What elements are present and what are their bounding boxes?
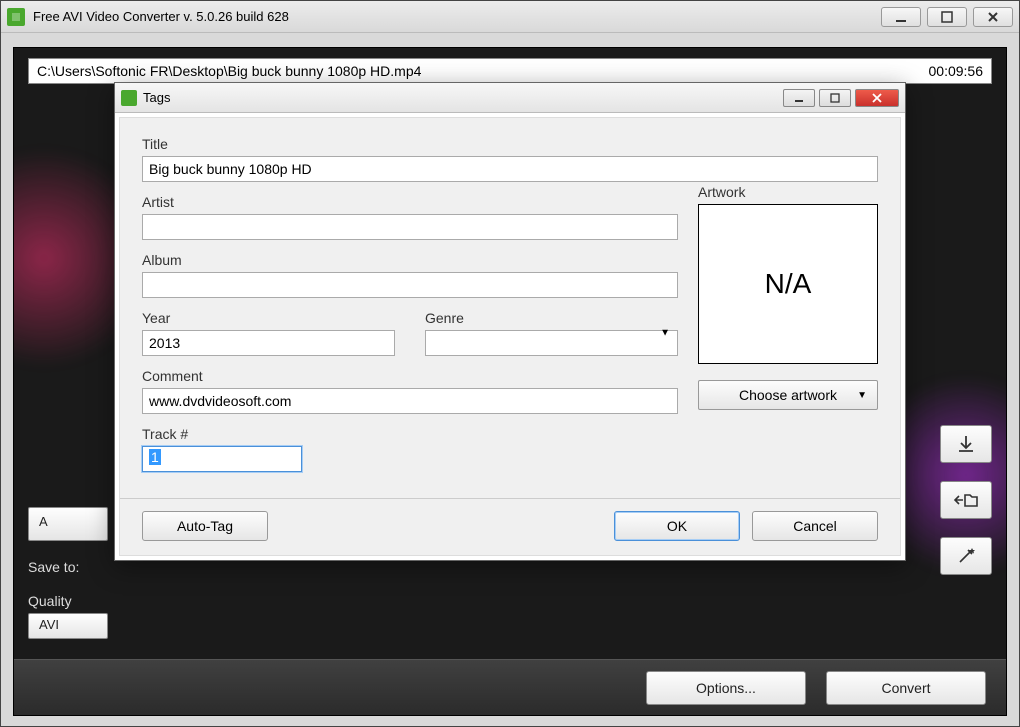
album-label: Album xyxy=(142,252,678,268)
dialog-title: Tags xyxy=(143,90,170,105)
genre-label: Genre xyxy=(425,310,678,326)
artist-label: Artist xyxy=(142,194,678,210)
year-input[interactable] xyxy=(142,330,395,356)
title-label: Title xyxy=(142,136,678,152)
dialog-actions: Auto-Tag OK Cancel xyxy=(142,511,878,541)
left-panel: A Save to: Quality AVI xyxy=(28,507,108,639)
dialog-close-button[interactable] xyxy=(855,89,899,107)
album-input[interactable] xyxy=(142,272,678,298)
artwork-placeholder: N/A xyxy=(765,268,812,300)
file-path: C:\Users\Softonic FR\Desktop\Big buck bu… xyxy=(37,63,421,79)
window-controls xyxy=(875,7,1013,27)
minimize-button[interactable] xyxy=(881,7,921,27)
dialog-maximize-button[interactable] xyxy=(819,89,851,107)
genre-dropdown[interactable] xyxy=(425,330,678,356)
comment-label: Comment xyxy=(142,368,678,384)
browse-folder-button[interactable] xyxy=(940,481,992,519)
format-dropdown[interactable]: AVI xyxy=(28,613,108,639)
dialog-body: Title Artist Album Year xyxy=(119,117,901,556)
year-label: Year xyxy=(142,310,395,326)
dialog-minimize-button[interactable] xyxy=(783,89,815,107)
dialog-icon xyxy=(121,90,137,106)
choose-artwork-button[interactable]: Choose artwork ▼ xyxy=(698,380,878,410)
quality-label: Quality xyxy=(28,593,72,609)
app-icon xyxy=(7,8,25,26)
tags-dialog: Tags Title Artist Album xyxy=(114,82,906,561)
right-toolbar xyxy=(940,425,992,575)
artwork-label: Artwork xyxy=(698,184,878,200)
convert-button[interactable]: Convert xyxy=(826,671,986,705)
add-button[interactable]: A xyxy=(28,507,108,541)
auto-tag-button[interactable]: Auto-Tag xyxy=(142,511,268,541)
maximize-button[interactable] xyxy=(927,7,967,27)
cancel-button[interactable]: Cancel xyxy=(752,511,878,541)
ok-button[interactable]: OK xyxy=(614,511,740,541)
artist-input[interactable] xyxy=(142,214,678,240)
track-input[interactable]: 1 xyxy=(142,446,302,472)
chevron-down-icon: ▼ xyxy=(857,390,867,401)
dialog-titlebar[interactable]: Tags xyxy=(115,83,905,113)
wand-button[interactable] xyxy=(940,537,992,575)
comment-input[interactable] xyxy=(142,388,678,414)
save-to-label: Save to: xyxy=(28,559,79,575)
file-info-bar: C:\Users\Softonic FR\Desktop\Big buck bu… xyxy=(28,58,992,84)
track-label: Track # xyxy=(142,426,678,442)
bottom-bar: Options... Convert xyxy=(14,659,1006,715)
artwork-preview: N/A xyxy=(698,204,878,364)
options-button[interactable]: Options... xyxy=(646,671,806,705)
close-button[interactable] xyxy=(973,7,1013,27)
separator xyxy=(120,498,900,499)
app-title: Free AVI Video Converter v. 5.0.26 build… xyxy=(33,9,289,24)
file-duration: 00:09:56 xyxy=(929,63,984,79)
main-titlebar[interactable]: Free AVI Video Converter v. 5.0.26 build… xyxy=(1,1,1019,33)
download-button[interactable] xyxy=(940,425,992,463)
